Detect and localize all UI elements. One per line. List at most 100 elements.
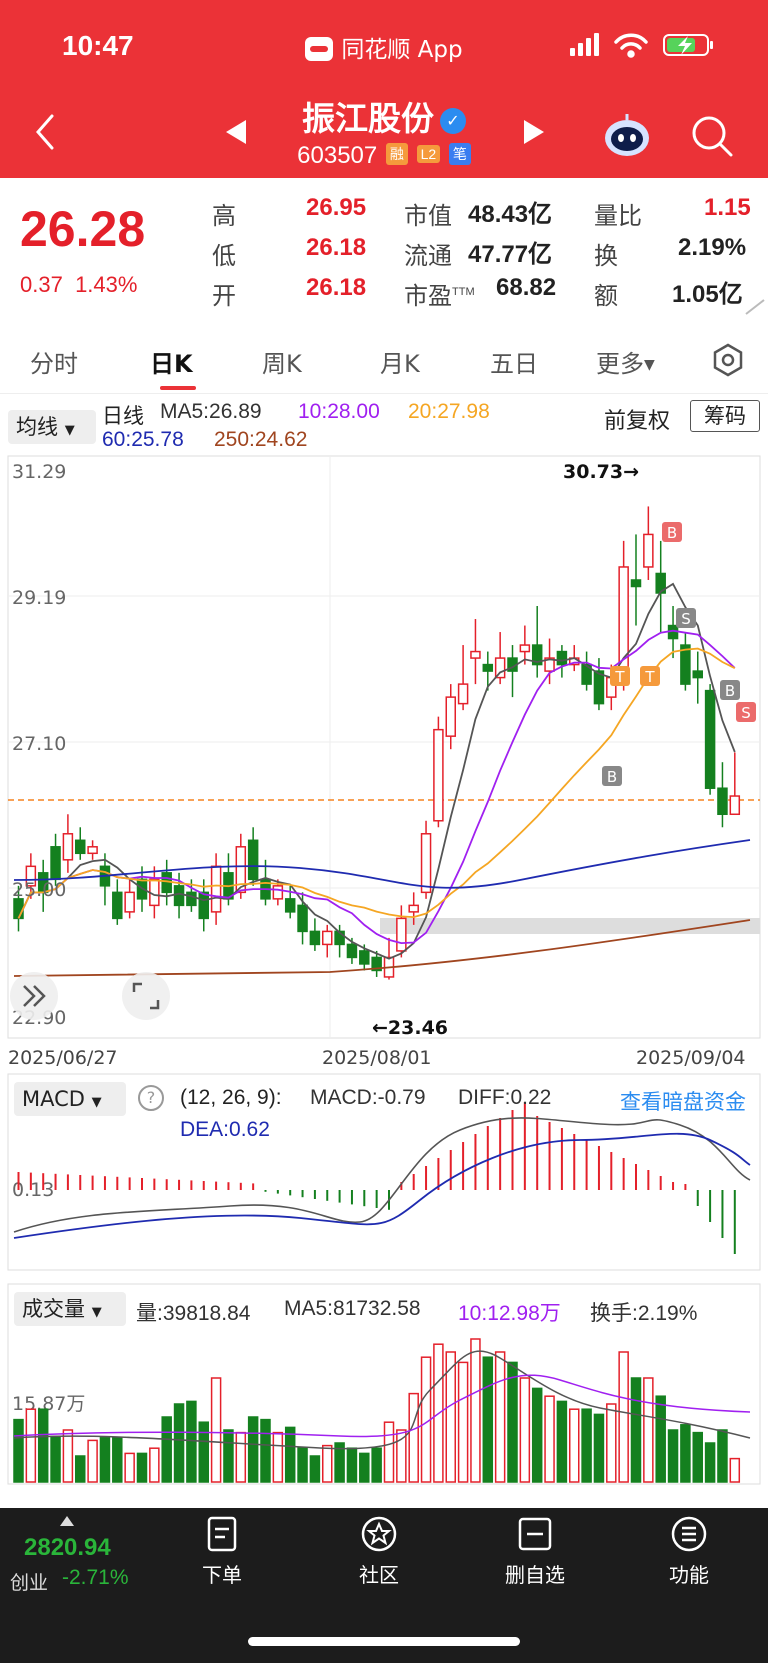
- volume-bar: [25, 1408, 37, 1483]
- candle-body: [457, 683, 469, 705]
- volume-bar: [87, 1439, 98, 1483]
- ma-selector[interactable]: 均线 ▼: [8, 410, 96, 444]
- candle-body: [87, 846, 98, 855]
- diff-line: [13, 1117, 751, 1233]
- volume-bar: [371, 1447, 382, 1483]
- help-icon[interactable]: ?: [138, 1085, 164, 1111]
- candle-body: [198, 891, 209, 920]
- volume-bar: [112, 1437, 123, 1483]
- candle-body: [359, 950, 370, 965]
- volume-selector[interactable]: 成交量 ▼: [14, 1292, 126, 1326]
- tab-five-day[interactable]: 五日: [490, 344, 538, 379]
- volume-bar: [680, 1424, 691, 1483]
- robot-assistant-icon[interactable]: [602, 112, 652, 158]
- volume-turnover: 换手:2.19%: [590, 1302, 698, 1325]
- value-open: 26.18: [306, 274, 367, 301]
- functions-button[interactable]: 功能: [644, 1515, 734, 1588]
- remove-watchlist-button[interactable]: 删自选: [490, 1515, 580, 1588]
- volume-bar: [260, 1418, 271, 1483]
- volume-bar: [247, 1416, 259, 1483]
- volume-bar: [346, 1447, 358, 1483]
- tab-intraday[interactable]: 分时: [30, 344, 78, 379]
- value-high: 26.95: [306, 194, 367, 221]
- volume-bar: [322, 1444, 333, 1483]
- volume-bar: [544, 1395, 555, 1483]
- signal-label: T: [614, 668, 625, 686]
- tab-monthly[interactable]: 月K: [380, 344, 420, 379]
- remove-watchlist-icon: [518, 1517, 552, 1551]
- ma60-line: [13, 839, 751, 889]
- volume-bar: [297, 1447, 308, 1483]
- signal-icon: [570, 33, 599, 56]
- label-high: 高: [212, 203, 236, 230]
- order-button[interactable]: 下单: [177, 1515, 267, 1588]
- candle-body: [593, 670, 605, 705]
- tab-more-label: 更多: [596, 350, 644, 378]
- expand-left-icon[interactable]: [10, 972, 58, 1020]
- volume-ma10: 10:12.98万: [458, 1302, 561, 1325]
- fullscreen-icon[interactable]: [122, 972, 170, 1020]
- ma5-value: MA5:26.89: [160, 400, 262, 423]
- volume-bar: [569, 1408, 580, 1483]
- value-volume-ratio: 1.15: [704, 194, 751, 221]
- candle-body: [643, 533, 654, 568]
- label-float-cap: 流通: [404, 243, 452, 270]
- volume-bar: [618, 1351, 629, 1483]
- tab-daily[interactable]: 日K: [150, 344, 193, 379]
- label-volume-ratio: 量比: [594, 203, 642, 230]
- candle-body: [519, 644, 531, 653]
- volume-bar: [272, 1431, 284, 1483]
- volume-bar: [173, 1403, 185, 1483]
- candle-body: [717, 787, 728, 816]
- volume-bars: [13, 1338, 741, 1483]
- signal-label: S: [681, 610, 691, 628]
- collapse-corner-icon[interactable]: [744, 298, 766, 316]
- value-amount: 1.05亿: [672, 281, 743, 308]
- status-app-label: 同花顺 App: [341, 37, 463, 63]
- volume-bar: [519, 1377, 531, 1483]
- volume-value: 量:39818.84: [136, 1302, 251, 1325]
- tab-weekly[interactable]: 周K: [262, 344, 302, 379]
- candle-body: [272, 885, 284, 900]
- signal-label: S: [741, 704, 751, 722]
- candle-body: [408, 904, 419, 913]
- battery-icon: [663, 34, 713, 56]
- candle-body: [124, 891, 135, 913]
- dea-line: [13, 1132, 751, 1239]
- macd-value: MACD:-0.79: [310, 1086, 426, 1109]
- candle-body: [445, 696, 456, 737]
- volume-bar: [457, 1361, 469, 1483]
- dark-pool-link[interactable]: 查看暗盘资金: [620, 1086, 746, 1116]
- volume-bar: [729, 1457, 741, 1483]
- volume-bar: [655, 1395, 666, 1483]
- stock-code: 603507: [297, 142, 378, 169]
- candles: [13, 506, 741, 980]
- index-value[interactable]: 2820.94: [24, 1534, 111, 1562]
- volume-bar: [692, 1431, 703, 1483]
- volume-bar: [186, 1400, 197, 1483]
- index-expand-icon[interactable]: [60, 1516, 74, 1526]
- badge-pen: 笔: [448, 143, 471, 165]
- candle-body: [556, 650, 568, 666]
- adjust-mode[interactable]: 前复权: [604, 403, 670, 435]
- macd-selector[interactable]: MACD ▼: [14, 1082, 126, 1116]
- ma-lines: [13, 582, 751, 977]
- volume-bar: [161, 1416, 172, 1483]
- macd-lines: [13, 1117, 751, 1239]
- settings-icon[interactable]: [710, 342, 746, 378]
- badge-l2: L2: [416, 145, 441, 163]
- label-low: 低: [212, 243, 236, 270]
- community-button[interactable]: 社区: [334, 1515, 424, 1588]
- dea-value: DEA:0.62: [180, 1118, 270, 1141]
- index-change: -2.71%: [62, 1566, 129, 1589]
- volume-bar: [704, 1442, 716, 1483]
- tab-more[interactable]: 更多▼: [596, 344, 655, 379]
- order-label: 下单: [202, 1563, 242, 1587]
- candle-body: [62, 833, 74, 861]
- date-label-2: 2025/09/04: [636, 1047, 746, 1069]
- chips-button[interactable]: 筹码: [690, 400, 760, 432]
- candle-body: [210, 865, 222, 913]
- volume-selector-label: 成交量: [22, 1297, 85, 1321]
- order-icon: [207, 1516, 237, 1552]
- search-icon[interactable]: [690, 114, 734, 158]
